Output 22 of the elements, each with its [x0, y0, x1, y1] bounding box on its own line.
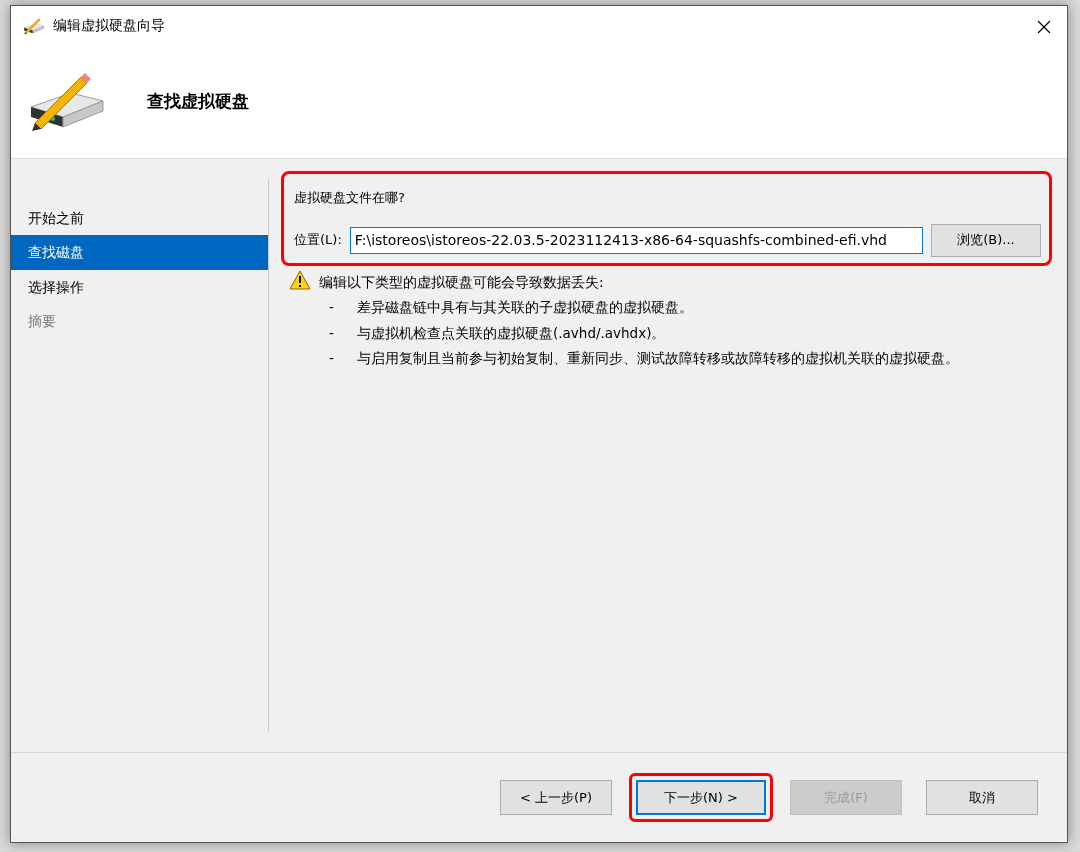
warning-item: 差异磁盘链中具有与其关联的子虚拟硬盘的虚拟硬盘。 [357, 298, 693, 318]
warning-item: 与启用复制且当前参与初始复制、重新同步、测试故障转移或故障转移的虚拟机关联的虚拟硬盘。 [357, 349, 959, 369]
page-heading: 查找虚拟硬盘 [147, 90, 249, 112]
question-text: 虚拟硬盘文件在哪? [294, 189, 406, 207]
field-label: 位置(L): [294, 231, 342, 250]
window-title: 编辑虚拟硬盘向导 [53, 15, 165, 35]
warning-item: 与虚拟机检查点关联的虚拟硬盘(.avhd/.avhdx)。 [357, 323, 666, 343]
wizard-step[interactable]: 查找磁盘 [11, 235, 268, 270]
wizard-button[interactable]: 取消 [926, 780, 1038, 815]
wizard-button[interactable]: 下一步(N) > [636, 780, 766, 815]
warning-icon [289, 269, 311, 290]
path-field[interactable]: F:\istoreos\istoreos-22.03.5-2023112413-x86-64-squashfs-combined-efi.vhd [349, 226, 923, 254]
wizard-step[interactable]: 开始之前 [11, 201, 268, 236]
wizard-button[interactable]: < 上一步(P) [500, 780, 612, 815]
browse-button[interactable]: 浏览(B)... [931, 223, 1041, 257]
pencil-disk-icon [23, 16, 45, 35]
bullet-mark: - [328, 349, 335, 369]
close-icon [1037, 19, 1051, 34]
wizard-step[interactable]: 选择操作 [11, 269, 268, 304]
bullet-mark: - [328, 323, 335, 343]
warning-text: 编辑以下类型的虚拟硬盘可能会导致数据丢失: [319, 272, 605, 292]
bullet-mark: - [328, 298, 335, 318]
